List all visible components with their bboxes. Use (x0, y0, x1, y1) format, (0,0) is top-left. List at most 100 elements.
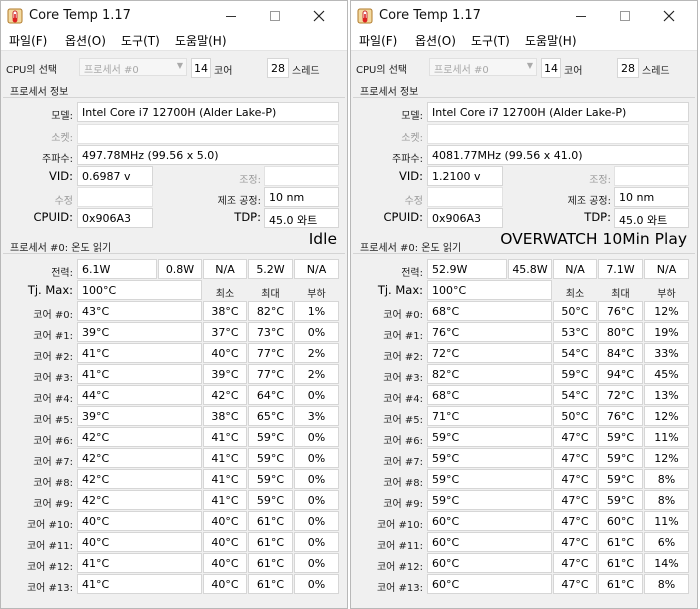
model-label: 모델: (51, 111, 73, 122)
core-min: 41°C (203, 448, 247, 468)
core-label: 코어 #0: (33, 310, 73, 321)
core-min: 53°C (553, 322, 597, 342)
title-bar[interactable]: Core Temp 1.17 (1, 1, 347, 31)
core-min: 40°C (203, 574, 247, 594)
core-temp: 40°C (77, 532, 202, 552)
menu-tools[interactable]: 도구(T) (121, 32, 160, 49)
cpuid-label: CPUID: (33, 210, 73, 224)
menu-options[interactable]: 옵션(O) (415, 32, 456, 49)
core-max: 80°C (598, 322, 643, 342)
minimize-button[interactable] (559, 1, 603, 31)
core-temp: 42°C (77, 427, 202, 447)
core-load: 0% (294, 511, 339, 531)
temperature-section-title: 프로세서 #0: 온도 읽기 (360, 243, 462, 254)
core-label: 코어 #13: (26, 583, 73, 594)
core-load: 19% (644, 322, 689, 342)
core-min: 47°C (553, 427, 597, 447)
core-min: 40°C (203, 532, 247, 552)
cpu-select-label: CPU의 선택 (356, 65, 408, 76)
core-temp: 43°C (77, 301, 202, 321)
maximize-button[interactable] (253, 1, 297, 31)
core-max: 73°C (248, 322, 293, 342)
core-min: 47°C (553, 553, 597, 573)
menu-file[interactable]: 파일(F) (359, 32, 397, 49)
core-temp: 68°C (427, 385, 552, 405)
core-label: 코어 #10: (376, 520, 423, 531)
revision-field (264, 166, 339, 186)
core-max: 61°C (598, 532, 643, 552)
core-max: 59°C (248, 490, 293, 510)
power-label: 전력: (51, 268, 73, 279)
menu-options[interactable]: 옵션(O) (65, 32, 106, 49)
core-load: 8% (644, 574, 689, 594)
cpu-select-label: CPU의 선택 (6, 65, 58, 76)
menu-tools[interactable]: 도구(T) (471, 32, 510, 49)
core-load: 0% (294, 322, 339, 342)
core-label: 코어 #4: (33, 394, 73, 405)
core-temp: 68°C (427, 301, 552, 321)
core-load: 3% (294, 406, 339, 426)
close-button[interactable] (297, 1, 341, 31)
processor-info-title: 프로세서 정보 (10, 87, 69, 98)
power-package: 6.1W (77, 259, 157, 279)
tdp-label: TDP: (584, 210, 611, 224)
model-field: Intel Core i7 12700H (Alder Lake-P) (77, 102, 339, 122)
core-min: 41°C (203, 427, 247, 447)
core-min: 40°C (203, 553, 247, 573)
power-uncore: N/A (203, 259, 247, 279)
stepping-label: 수정 (404, 196, 423, 207)
core-min: 50°C (553, 406, 597, 426)
core-max: 94°C (598, 364, 643, 384)
group-divider (3, 97, 345, 98)
power-label: 전력: (401, 268, 423, 279)
window-title: Core Temp 1.17 (29, 8, 131, 23)
core-label: 코어 #5: (33, 415, 73, 426)
maximize-button[interactable] (603, 1, 647, 31)
core-temp: 42°C (77, 448, 202, 468)
core-min: 40°C (203, 511, 247, 531)
core-load: 0% (294, 574, 339, 594)
core-load: 0% (294, 553, 339, 573)
test-condition-annotation: Idle (308, 230, 337, 248)
stepping-label: 수정 (54, 196, 73, 207)
menu-help[interactable]: 도움말(H) (175, 32, 227, 49)
core-max: 76°C (598, 406, 643, 426)
core-label: 코어 #0: (383, 310, 423, 321)
title-bar[interactable]: Core Temp 1.17 (351, 1, 697, 31)
tjmax-label: Tj. Max: (27, 283, 73, 297)
minimize-button[interactable] (209, 1, 253, 31)
cpu-select-dropdown[interactable]: 프로세서 #0 ▼ (79, 58, 187, 76)
tjmax-label: Tj. Max: (377, 283, 423, 297)
core-temp: 40°C (77, 511, 202, 531)
cpu-select-dropdown[interactable]: 프로세서 #0 ▼ (429, 58, 537, 76)
menu-file[interactable]: 파일(F) (9, 32, 47, 49)
core-label: 코어 #2: (383, 352, 423, 363)
vid-field: 1.2100 v (427, 166, 503, 186)
core-load: 2% (294, 364, 339, 384)
core-label: 코어 #6: (383, 436, 423, 447)
core-load: 8% (644, 469, 689, 489)
core-temp: 41°C (77, 574, 202, 594)
core-min: 47°C (553, 574, 597, 594)
core-load: 6% (644, 532, 689, 552)
socket-field (77, 124, 339, 144)
socket-label: 소켓: (51, 133, 73, 144)
core-temp: 39°C (77, 406, 202, 426)
window-title: Core Temp 1.17 (379, 8, 481, 23)
core-load: 0% (294, 469, 339, 489)
power-uncore: N/A (553, 259, 597, 279)
core-label: 코어 #5: (383, 415, 423, 426)
threads-label: 스레드 (642, 66, 670, 77)
core-min: 47°C (553, 511, 597, 531)
core-label: 코어 #3: (33, 373, 73, 384)
socket-field (427, 124, 689, 144)
close-button[interactable] (647, 1, 691, 31)
core-min: 59°C (553, 364, 597, 384)
core-max: 61°C (248, 574, 293, 594)
core-min: 38°C (203, 301, 247, 321)
core-temp-app-icon (357, 8, 373, 24)
power-cores: 45.8W (508, 259, 552, 279)
menu-help[interactable]: 도움말(H) (525, 32, 577, 49)
core-min: 37°C (203, 322, 247, 342)
core-load: 8% (644, 490, 689, 510)
